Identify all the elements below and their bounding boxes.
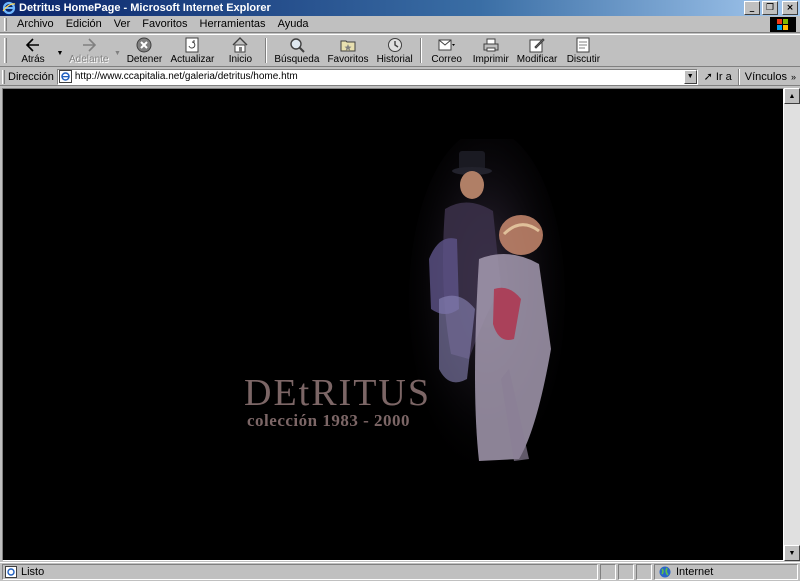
forward-label: Adelante xyxy=(69,53,109,65)
mail-icon xyxy=(437,37,457,53)
page-title: DEtRITUS xyxy=(244,372,431,414)
chevron-right-icon: » xyxy=(790,71,796,82)
standard-toolbar: Atrás ▼ Adelante ▼ Detener Actualizar In… xyxy=(0,34,800,67)
menu-ver[interactable]: Ver xyxy=(108,18,137,30)
favorites-button[interactable]: Favoritos xyxy=(323,35,372,66)
links-label: Vínculos xyxy=(744,70,787,83)
go-button[interactable]: ➚ Ir a xyxy=(698,70,738,84)
page-subtitle: colección 1983 - 2000 xyxy=(247,411,410,430)
window-titlebar[interactable]: Detritus HomePage - Microsoft Internet E… xyxy=(0,0,800,16)
refresh-icon xyxy=(182,37,202,53)
status-text: Listo xyxy=(21,566,45,578)
ie-logo-icon xyxy=(2,1,16,15)
status-pane xyxy=(600,564,616,580)
addressbar-grip[interactable] xyxy=(2,69,5,84)
page-ie-icon xyxy=(58,70,72,83)
home-icon xyxy=(230,36,250,53)
stop-icon xyxy=(134,37,154,53)
back-button[interactable]: Atrás xyxy=(11,35,55,66)
back-label: Atrás xyxy=(21,53,45,65)
history-label: Historial xyxy=(376,53,413,65)
toolbar-separator xyxy=(265,38,268,63)
menu-archivo[interactable]: Archivo xyxy=(11,18,60,30)
status-main-pane: Listo xyxy=(2,564,598,580)
search-label: Búsqueda xyxy=(274,53,320,65)
discuss-label: Discutir xyxy=(566,53,601,65)
discuss-icon xyxy=(573,37,593,53)
forward-button[interactable]: Adelante xyxy=(65,35,112,66)
mail-label: Correo xyxy=(431,53,462,65)
printer-icon xyxy=(481,37,501,53)
address-bar: Dirección http://www.ccapitalia.net/gale… xyxy=(0,68,800,86)
menu-bar: Archivo Edición Ver Favoritos Herramient… xyxy=(0,16,800,33)
menu-ayuda[interactable]: Ayuda xyxy=(272,18,315,30)
back-arrow-icon xyxy=(23,37,43,53)
history-button[interactable]: Historial xyxy=(373,35,417,66)
edit-page-icon xyxy=(527,37,547,53)
page-status-icon xyxy=(5,566,17,578)
address-input[interactable]: http://www.ccapitalia.net/galeria/detrit… xyxy=(56,68,698,85)
links-button[interactable]: Vínculos » xyxy=(737,68,800,85)
history-icon xyxy=(385,37,405,53)
home-label: Inicio xyxy=(228,53,253,65)
stop-button[interactable]: Detener xyxy=(122,35,166,66)
print-button[interactable]: Imprimir xyxy=(469,35,513,66)
go-arrow-icon: ➚ xyxy=(703,71,713,83)
refresh-button[interactable]: Actualizar xyxy=(166,35,218,66)
restore-button[interactable]: ❐ xyxy=(762,1,778,15)
edit-label: Modificar xyxy=(516,53,558,65)
refresh-label: Actualizar xyxy=(170,53,215,65)
back-dropdown-icon[interactable]: ▼ xyxy=(55,35,65,66)
home-button[interactable]: Inicio xyxy=(218,35,262,66)
globe-icon xyxy=(659,566,671,578)
mail-button[interactable]: Correo xyxy=(425,35,469,66)
artwork-image xyxy=(409,139,565,469)
search-icon xyxy=(287,37,307,53)
go-label: Ir a xyxy=(715,70,732,83)
address-dropdown-icon[interactable]: ▼ xyxy=(683,69,697,84)
menubar-grip[interactable] xyxy=(4,17,7,31)
vertical-scrollbar[interactable]: ▲ ▼ xyxy=(784,88,800,561)
status-pane xyxy=(618,564,634,580)
scroll-down-icon[interactable]: ▼ xyxy=(784,545,800,561)
forward-dropdown-icon[interactable]: ▼ xyxy=(112,35,122,66)
minimize-button[interactable]: _ xyxy=(744,1,760,15)
menu-herramientas[interactable]: Herramientas xyxy=(194,18,272,30)
forward-arrow-icon xyxy=(79,37,99,53)
scroll-up-icon[interactable]: ▲ xyxy=(784,88,800,104)
toolbar-separator xyxy=(419,38,422,63)
status-bar: Listo Internet xyxy=(0,562,800,581)
menu-edicion[interactable]: Edición xyxy=(60,18,108,30)
search-button[interactable]: Búsqueda xyxy=(270,35,323,66)
close-button[interactable]: × xyxy=(782,1,798,15)
security-zone-pane: Internet xyxy=(654,564,798,580)
windows-logo-icon xyxy=(770,17,796,32)
address-url: http://www.ccapitalia.net/galeria/detrit… xyxy=(74,71,298,82)
window-title: Detritus HomePage - Microsoft Internet E… xyxy=(19,2,271,14)
page-viewport: DEtRITUS colección 1983 - 2000 xyxy=(2,88,784,561)
print-label: Imprimir xyxy=(472,53,509,65)
menu-favoritos[interactable]: Favoritos xyxy=(136,18,193,30)
favorites-label: Favoritos xyxy=(327,53,369,65)
status-pane xyxy=(636,564,652,580)
stop-label: Detener xyxy=(126,53,163,65)
address-label: Dirección xyxy=(8,70,54,83)
zone-text: Internet xyxy=(676,566,714,578)
toolbar-grip[interactable] xyxy=(4,38,7,63)
edit-button[interactable]: Modificar xyxy=(513,35,562,66)
favorites-folder-icon xyxy=(338,37,358,53)
discuss-button[interactable]: Discutir xyxy=(561,35,605,66)
